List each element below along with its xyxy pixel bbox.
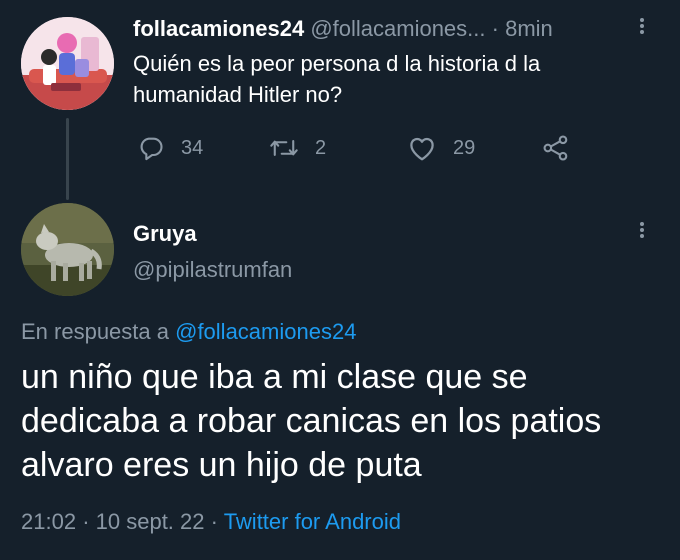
parent-more-options-icon[interactable] [638, 16, 646, 40]
parent-separator: · [491, 16, 499, 41]
reply-prefix: En respuesta a [21, 319, 169, 344]
reply-button[interactable]: 34 [137, 132, 203, 164]
reply-more-options-icon[interactable] [638, 220, 646, 244]
gruya-avatar[interactable] [21, 203, 114, 296]
parent-tweet-header: follacamiones24 @follacamiones... · 8min [133, 14, 553, 44]
meta-separator-1: · [82, 509, 90, 534]
reply-handle[interactable]: @pipilastrumfan [133, 256, 292, 284]
reply-count: 34 [181, 136, 204, 159]
parent-display-name[interactable]: follacamiones24 [133, 16, 304, 41]
meta-separator-2: · [210, 509, 218, 534]
reply-date[interactable]: 10 sept. 22 [96, 509, 205, 534]
thread-connector-line [66, 118, 69, 200]
tweet-thread: follacamiones24 @follacamiones... · 8min… [0, 0, 680, 560]
wolf-photo-icon [21, 203, 114, 296]
parent-tweet-actions: 34 2 29 [133, 132, 593, 164]
reply-source-link[interactable]: Twitter for Android [224, 509, 401, 534]
reply-metadata: 21:02 · 10 sept. 22 · Twitter for Androi… [21, 508, 401, 536]
retweet-button[interactable]: 2 [269, 132, 326, 164]
heart-icon [410, 137, 434, 161]
reply-target-link[interactable]: @follacamiones24 [175, 319, 356, 344]
like-button[interactable]: 29 [407, 132, 475, 164]
parent-time[interactable]: 8min [505, 16, 553, 41]
share-icon [543, 135, 568, 161]
retweet-count: 2 [315, 136, 327, 159]
reply-icon [140, 137, 163, 161]
reply-display-name[interactable]: Gruya [133, 220, 197, 248]
parent-handle[interactable]: @follacamiones... [310, 16, 485, 41]
reply-time[interactable]: 21:02 [21, 509, 76, 534]
like-count: 29 [453, 136, 476, 159]
profile-illustration-icon [21, 17, 114, 110]
reply-context: En respuesta a @follacamiones24 [21, 318, 356, 346]
reply-tweet-text: un niño que iba a mi clase que se dedica… [21, 358, 602, 484]
follacamiones24-avatar[interactable] [21, 17, 114, 110]
retweet-icon [270, 140, 298, 156]
parent-tweet-text: Quién es la peor persona d la historia d… [133, 51, 541, 107]
share-button[interactable] [541, 132, 571, 164]
